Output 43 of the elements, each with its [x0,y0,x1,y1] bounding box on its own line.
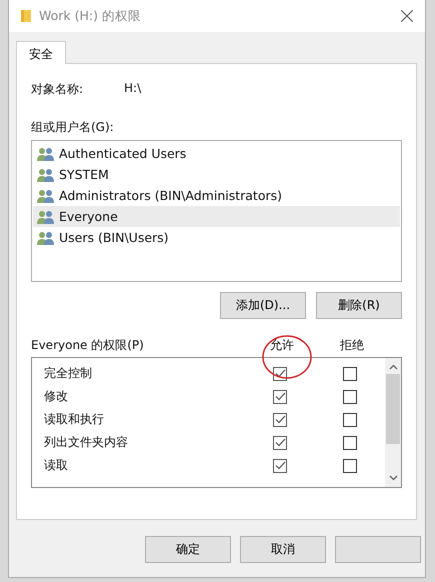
scroll-down-icon[interactable] [388,475,398,481]
deny-checkbox[interactable] [343,390,357,404]
users-icon [37,188,55,202]
add-button[interactable]: 添加(D)... [220,292,306,319]
permission-name: 修改 [44,388,69,405]
scroll-up-icon[interactable] [388,364,398,370]
deny-header: 拒绝 [339,337,365,354]
permission-name: 完全控制 [44,365,93,382]
scrollbar[interactable] [385,358,401,487]
group-list-item[interactable]: SYSTEM [33,164,400,185]
permission-name: 读取和执行 [44,411,105,428]
folder-icon [21,9,31,23]
remove-button[interactable]: 删除(R) [316,292,402,319]
annotation-circle [261,334,313,380]
users-icon [37,146,55,160]
permission-name: 列出文件夹内容 [44,434,129,451]
allow-checkbox[interactable] [273,390,287,404]
users-icon [37,230,55,244]
close-icon[interactable] [401,10,413,22]
cancel-button[interactable]: 取消 [240,536,326,563]
permission-name: 读取 [44,457,69,474]
group-list-label: 组或用户名(G): [31,119,115,136]
allow-checkbox[interactable] [273,458,287,472]
group-list-item[interactable]: Authenticated Users [33,143,400,164]
group-list-item[interactable]: Users (BIN\Users) [33,227,400,248]
allow-checkbox[interactable] [273,366,287,380]
deny-checkbox[interactable] [343,412,357,426]
deny-checkbox[interactable] [343,458,357,472]
group-list-item[interactable]: Everyone [33,206,400,227]
users-icon [37,210,55,224]
object-name-value: H:\ [124,81,142,97]
window-title: Work (H:) 的权限 [39,8,142,24]
permissions-label: Everyone 的权限(P) [31,337,145,354]
group-list-item[interactable]: Administrators (BIN\Administrators) [33,185,400,206]
users-icon [37,168,55,182]
allow-checkbox[interactable] [273,436,287,450]
security-tab[interactable]: 安全 [16,41,66,64]
object-name-label: 对象名称: [31,81,84,98]
ok-button[interactable]: 确定 [145,536,231,563]
allow-header: 允许 [269,337,295,354]
deny-checkbox[interactable] [343,436,357,450]
allow-checkbox[interactable] [273,412,287,426]
deny-checkbox[interactable] [343,366,357,380]
